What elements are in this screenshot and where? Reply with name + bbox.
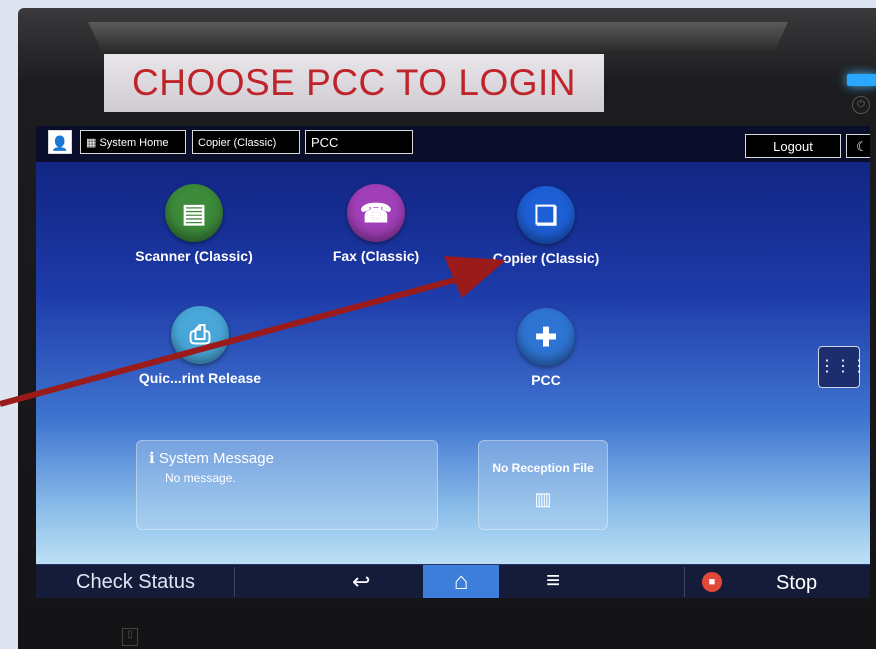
reception-title: No Reception File <box>492 461 594 475</box>
system-message-widget[interactable]: ℹ System Message No message. <box>136 440 438 530</box>
app-scanner-classic[interactable]: ▤ Scanner (Classic) <box>124 184 264 264</box>
system-message-title-text: System Message <box>158 450 274 467</box>
app-list-grid-icon[interactable]: ⋮⋮⋮ <box>818 346 867 388</box>
status-led <box>847 74 876 86</box>
stop-button[interactable]: Stop <box>776 572 817 595</box>
bottom-bar: Check Status ↩ ⌂ ≡ ■ Stop <box>36 564 870 598</box>
divider <box>684 567 685 597</box>
app-fax-classic[interactable]: ☎ Fax (Classic) <box>306 184 446 264</box>
fax-inbox-icon: ▥ <box>534 489 552 509</box>
pcc-icon: ✚ <box>517 308 575 366</box>
scanner-icon: ▤ <box>165 184 223 242</box>
reception-file-widget[interactable]: No Reception File ▥ <box>478 440 608 530</box>
home-icon[interactable]: ⌂ <box>423 565 499 598</box>
top-bar: 👤 ▦ System Home Copier (Classic) PCC Log… <box>36 126 870 162</box>
instruction-sticker: CHOOSE PCC TO LOGIN <box>104 54 604 112</box>
document-tray-icon: ▯ <box>122 628 138 646</box>
stop-icon[interactable]: ■ <box>702 572 722 592</box>
info-icon: ℹ <box>149 450 159 467</box>
system-message-title: ℹ System Message <box>149 449 274 467</box>
check-status-button[interactable]: Check Status <box>76 571 195 594</box>
pcc-tab[interactable]: PCC <box>305 130 413 154</box>
system-home-label: System Home <box>99 137 169 149</box>
system-home-button[interactable]: ▦ System Home <box>80 130 186 154</box>
fax-icon: ☎ <box>347 184 405 242</box>
panel-top-ridge <box>88 22 788 52</box>
grid-icon: ▦ <box>86 137 100 149</box>
divider <box>234 567 235 597</box>
menu-icon[interactable]: ≡ <box>546 567 560 595</box>
system-message-body: No message. <box>165 471 236 485</box>
app-label: Scanner (Classic) <box>135 248 253 264</box>
back-icon[interactable]: ↩ <box>352 569 370 595</box>
logout-button[interactable]: Logout <box>745 134 841 158</box>
app-quick-print-release[interactable]: ⎙ Quic...rint Release <box>120 306 280 386</box>
energy-saver-icon[interactable]: ☾ <box>846 134 870 158</box>
copier-classic-tab[interactable]: Copier (Classic) <box>192 130 300 154</box>
user-icon[interactable]: 👤 <box>48 130 72 154</box>
app-label: Quic...rint Release <box>138 370 262 386</box>
app-pcc[interactable]: ✚ PCC <box>476 308 616 388</box>
printer-panel: CHOOSE PCC TO LOGIN ⏻ 👤 ▦ System Home Co… <box>18 8 876 649</box>
copier-icon: ❏ <box>517 186 575 244</box>
app-copier-classic[interactable]: ❏ Copier (Classic) <box>476 186 616 266</box>
power-icon[interactable]: ⏻ <box>852 96 870 114</box>
print-release-icon: ⎙ <box>171 306 229 364</box>
app-label: Copier (Classic) <box>492 250 600 266</box>
app-label: PCC <box>531 372 561 388</box>
app-label: Fax (Classic) <box>332 248 420 264</box>
touch-screen: 👤 ▦ System Home Copier (Classic) PCC Log… <box>36 126 870 598</box>
